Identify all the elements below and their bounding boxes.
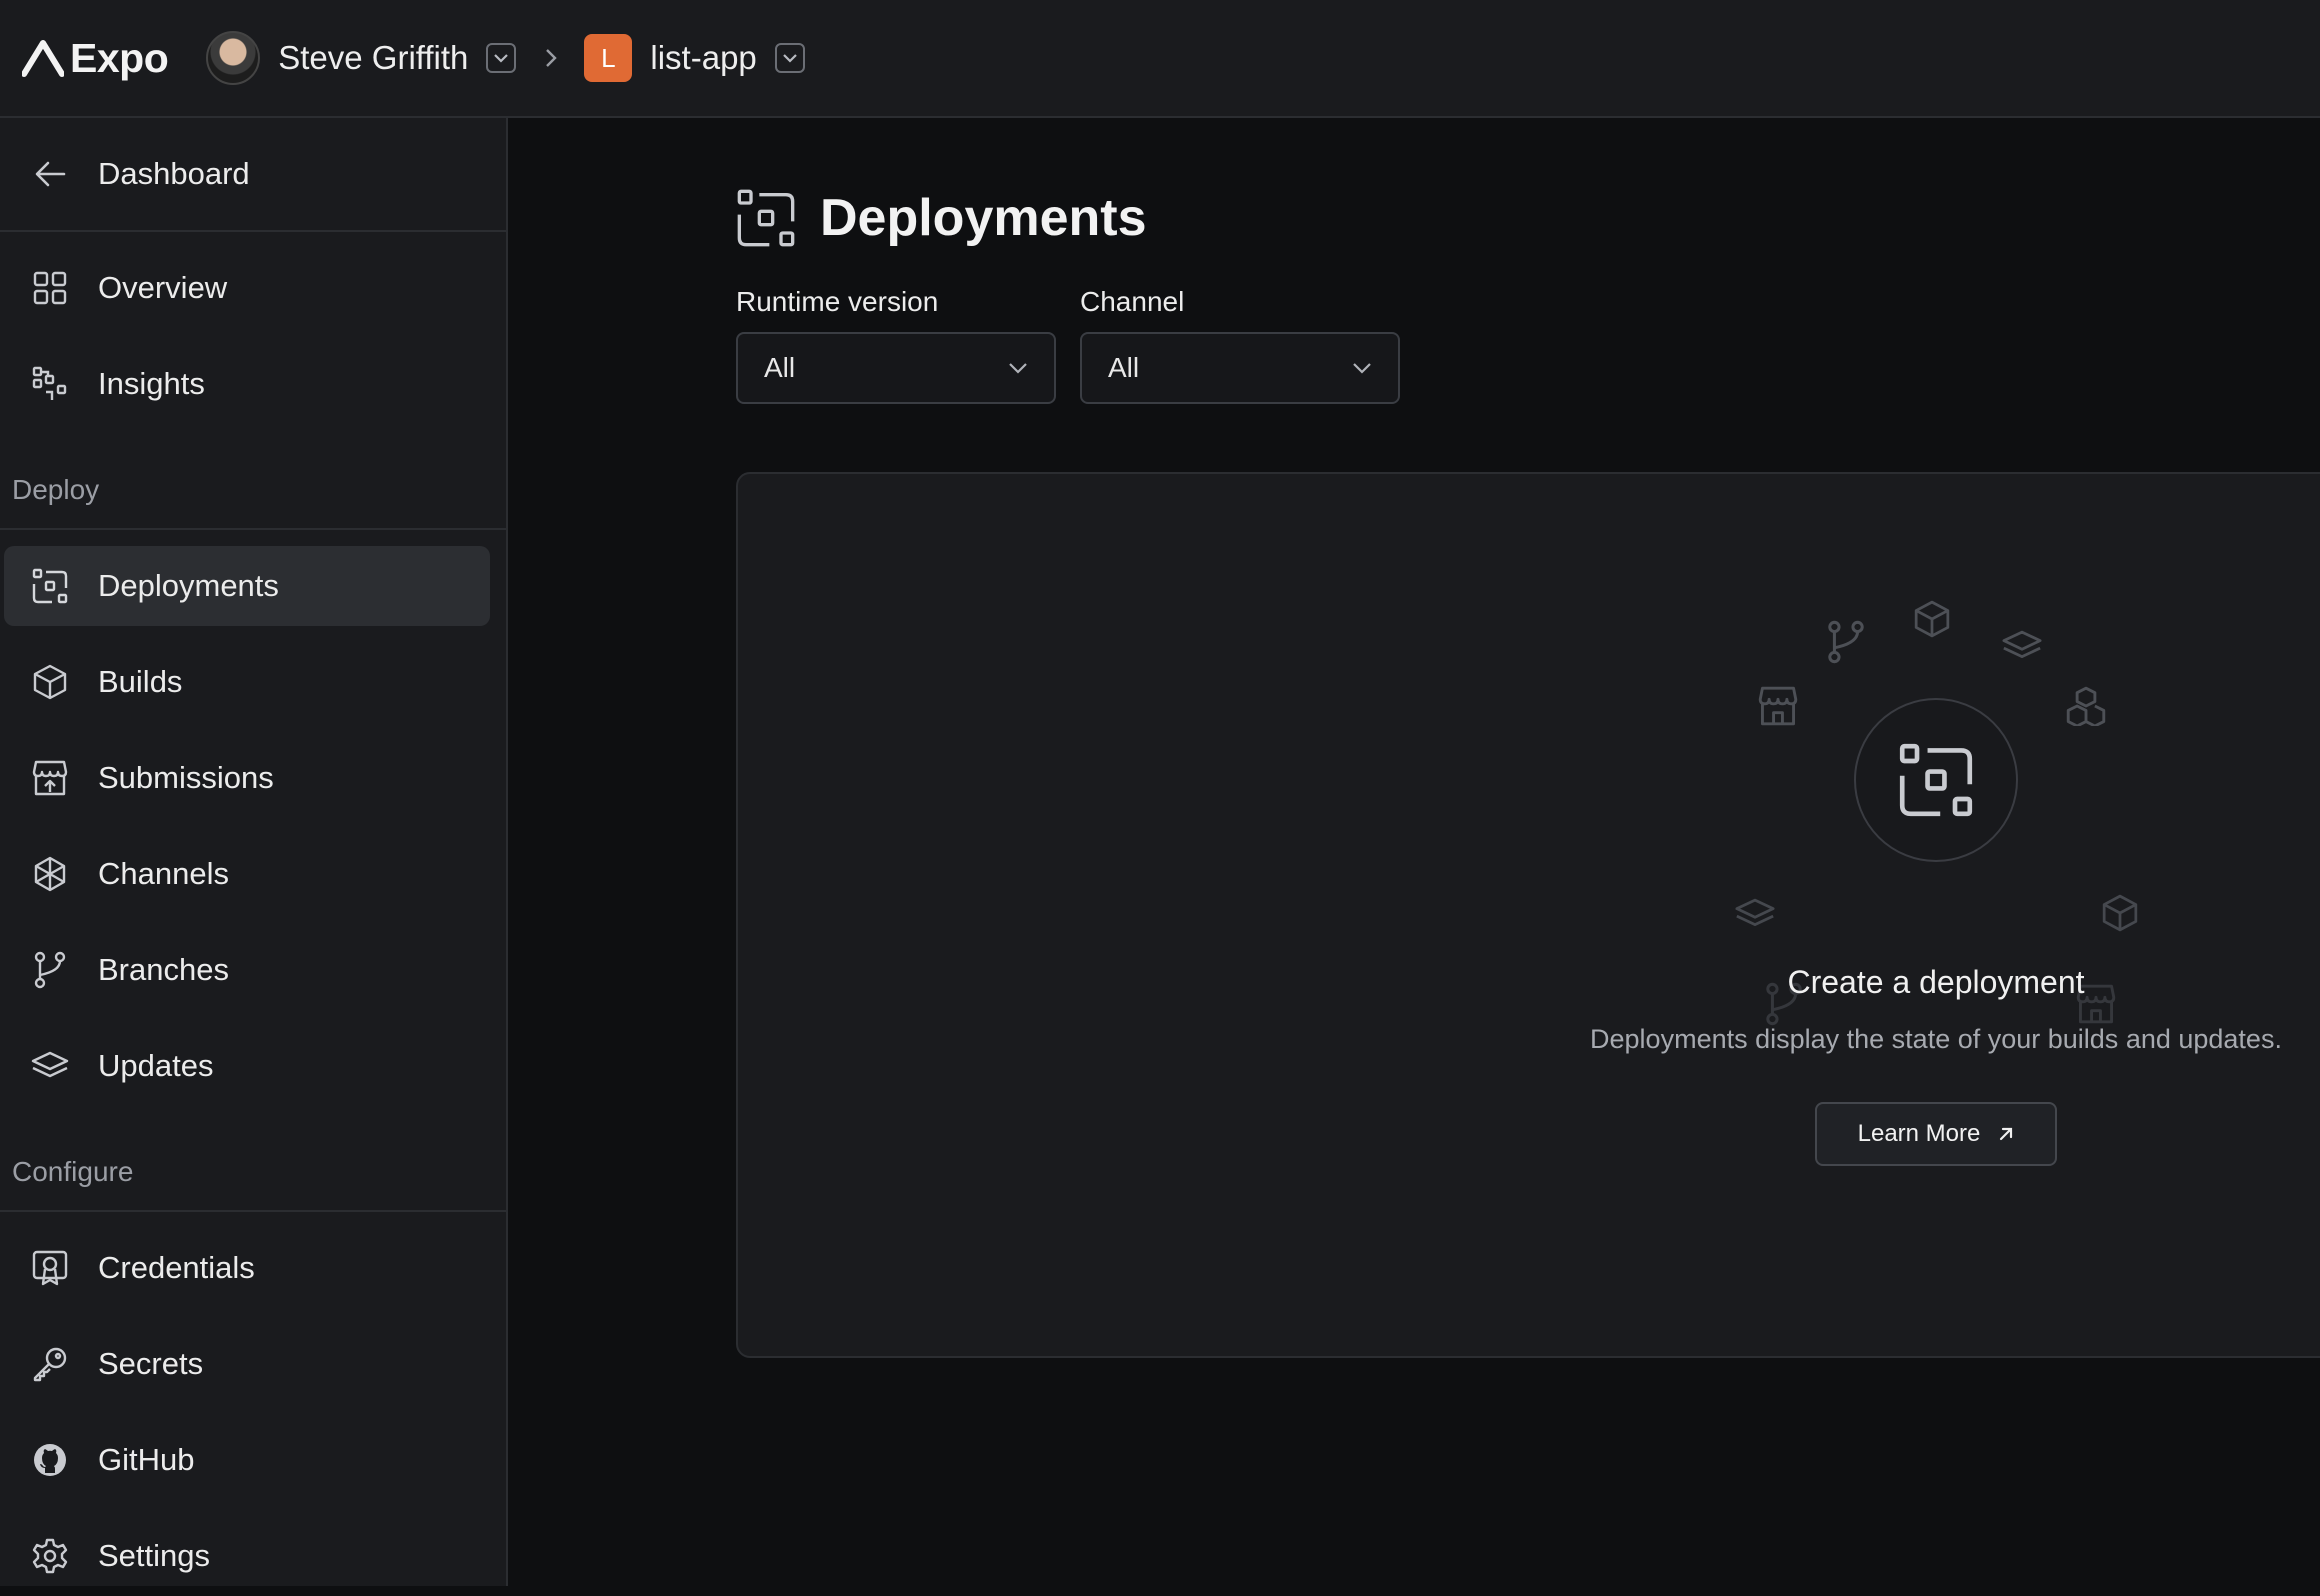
sidebar-item-label: Settings	[98, 1538, 211, 1573]
divider	[0, 1210, 506, 1212]
arrow-left-icon	[30, 154, 70, 194]
sidebar-item-overview[interactable]: Overview	[4, 248, 490, 328]
chevron-down-icon	[1353, 363, 1371, 374]
runtime-version-filter: Runtime version All	[736, 286, 1056, 404]
empty-state-description: Deployments display the state of your bu…	[1590, 1024, 2282, 1054]
sidebar-item-label: Insights	[98, 366, 205, 401]
project-name: list-app	[650, 39, 757, 76]
empty-state-title: Create a deployment	[1787, 964, 2085, 1000]
deployments-icon	[737, 189, 795, 247]
layers-icon	[30, 1046, 70, 1086]
store-upload-icon	[30, 758, 70, 798]
sidebar-item-label: Submissions	[98, 760, 274, 795]
branch-icon	[1828, 620, 1864, 664]
sidebar-item-label: Channels	[98, 856, 229, 891]
learn-more-label: Learn More	[1857, 1120, 1981, 1147]
app-badge: L	[584, 34, 633, 82]
sidebar-item-label: Secrets	[98, 1346, 204, 1381]
layers-icon	[1735, 898, 1775, 927]
select-value: All	[764, 352, 796, 383]
cube-icon	[1914, 600, 1950, 638]
chevron-right-icon	[546, 49, 558, 67]
sidebar-item-credentials[interactable]: Credentials	[4, 1228, 490, 1308]
divider	[0, 528, 506, 530]
sidebar-item-updates[interactable]: Updates	[4, 1026, 490, 1106]
deployments-icon	[30, 566, 70, 606]
sidebar-item-label: Deployments	[98, 568, 279, 603]
store-icon	[1758, 686, 1798, 726]
boxes-icon	[2066, 686, 2106, 726]
project-switcher-button[interactable]	[774, 43, 805, 73]
sidebar-item-github[interactable]: GitHub	[4, 1420, 490, 1500]
cube-icon	[2102, 894, 2138, 932]
runtime-version-select[interactable]: All	[736, 332, 1056, 404]
section-label-deploy: Deploy	[12, 474, 100, 505]
account-name: Steve Griffith	[278, 39, 469, 76]
expo-logo[interactable]: Expo	[22, 34, 169, 82]
top-bar: Expo Steve Griffith L list-app	[0, 0, 2320, 118]
sidebar-item-dashboard[interactable]: Dashboard	[4, 134, 490, 214]
arrow-up-right-icon	[2000, 1127, 2013, 1141]
sidebar-item-label: Builds	[98, 664, 183, 699]
sidebar-item-submissions[interactable]: Submissions	[4, 738, 490, 818]
avatar	[206, 31, 261, 85]
project-breadcrumb[interactable]: L list-app	[584, 34, 805, 82]
sidebar-item-settings[interactable]: Settings	[4, 1516, 490, 1596]
cube-icon	[30, 662, 70, 702]
layers-icon	[2002, 630, 2042, 659]
sidebar-item-label: Overview	[98, 270, 228, 305]
sidebar-item-insights[interactable]: Insights	[4, 344, 490, 424]
sidebar-item-channels[interactable]: Channels	[4, 834, 490, 914]
sidebar: Dashboard Overview Insights Deploy Deplo…	[0, 118, 508, 1586]
page-header: Deployments	[736, 188, 1147, 248]
section-label-configure: Configure	[12, 1156, 134, 1187]
sidebar-item-label: Credentials	[98, 1250, 255, 1285]
channels-icon	[30, 854, 70, 894]
divider	[0, 230, 506, 232]
sidebar-item-secrets[interactable]: Secrets	[4, 1324, 490, 1404]
deployments-icon	[1899, 743, 1973, 817]
chevron-down-icon	[783, 54, 797, 63]
channel-select[interactable]: All	[1080, 332, 1400, 404]
branch-icon	[30, 950, 70, 990]
account-switcher-button[interactable]	[486, 43, 517, 73]
main-content: Deployments Runtime version All Channel …	[508, 118, 2320, 1586]
learn-more-button[interactable]: Learn More	[1815, 1102, 2057, 1166]
sidebar-item-branches[interactable]: Branches	[4, 930, 490, 1010]
channel-label: Channel	[1080, 286, 1185, 317]
sidebar-item-label: Updates	[98, 1048, 214, 1083]
sidebar-item-label: Dashboard	[98, 156, 250, 191]
certificate-icon	[30, 1248, 70, 1288]
runtime-version-label: Runtime version	[736, 286, 939, 317]
logo-text: Expo	[70, 34, 169, 81]
sidebar-item-label: GitHub	[98, 1442, 195, 1477]
empty-state-illustration	[1854, 698, 2018, 862]
expo-logo-icon	[22, 40, 64, 77]
chevron-down-icon	[1009, 363, 1027, 374]
gear-icon	[30, 1536, 70, 1576]
select-value: All	[1108, 352, 1140, 383]
empty-state-panel	[736, 472, 2320, 1358]
insights-icon	[30, 364, 70, 404]
account-breadcrumb[interactable]: Steve Griffith	[206, 31, 517, 85]
chevron-down-icon	[494, 54, 509, 63]
page-title: Deployments	[820, 189, 1147, 247]
sidebar-item-label: Branches	[98, 952, 229, 987]
grid-icon	[30, 268, 70, 308]
github-icon	[30, 1440, 70, 1480]
channel-filter: Channel All	[1080, 286, 1400, 404]
sidebar-item-deployments[interactable]: Deployments	[4, 546, 490, 626]
key-icon	[30, 1344, 70, 1384]
sidebar-item-builds[interactable]: Builds	[4, 642, 490, 722]
